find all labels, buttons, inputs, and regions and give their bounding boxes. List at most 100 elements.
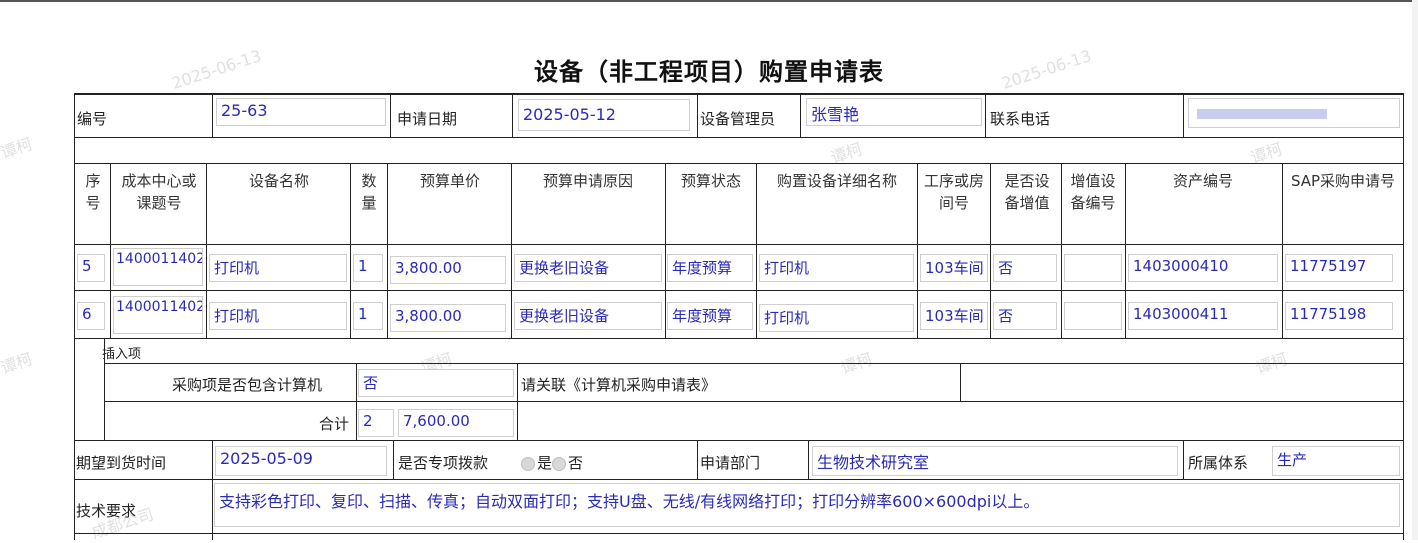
cell-appreciation-no[interactable] xyxy=(1064,302,1122,330)
table-rule xyxy=(212,95,213,137)
table-rule xyxy=(800,95,801,137)
table-rule xyxy=(1282,163,1283,338)
table-rule xyxy=(104,401,1404,402)
col-header-reason: 预算申请原因 xyxy=(542,172,633,190)
cell-cost-center[interactable]: 1400011402 xyxy=(113,296,203,334)
table-rule xyxy=(665,163,666,338)
page-title: 设备（非工程项目）购置申请表 xyxy=(534,58,884,86)
cell-status[interactable]: 年度预算 xyxy=(667,302,753,330)
serial-input[interactable]: 25-63 xyxy=(216,98,386,126)
table-rule xyxy=(74,137,1404,138)
table-rule xyxy=(74,163,1404,164)
col-header-appreciation: 是否设备增值 xyxy=(1004,172,1050,212)
table-rule xyxy=(511,163,512,338)
col-header-cost-center: 成本中心或课题号 xyxy=(121,172,197,212)
watermark: 谭柯 xyxy=(0,349,35,378)
col-header-name: 设备名称 xyxy=(248,172,309,190)
watermark: 谭柯 xyxy=(0,134,35,163)
cell-qty[interactable]: 1 xyxy=(353,302,383,330)
col-header-asset-no: 资产编号 xyxy=(1172,172,1233,190)
computer-input[interactable]: 否 xyxy=(358,369,514,397)
manager-label: 设备管理员 xyxy=(700,110,776,128)
delivery-date-input[interactable]: 2025-05-09 xyxy=(215,446,387,476)
cell-appreciation[interactable]: 否 xyxy=(993,302,1057,330)
manager-input[interactable]: 张雪艳 xyxy=(806,98,982,126)
apply-date-input[interactable]: 2025-05-12 xyxy=(518,99,690,131)
col-header-sap-no: SAP采购申请号 xyxy=(1290,172,1396,190)
cell-seq[interactable]: 6 xyxy=(77,302,105,330)
table-rule xyxy=(387,163,388,338)
table-rule xyxy=(212,440,213,479)
col-header-status: 预算状态 xyxy=(680,172,741,190)
cell-price[interactable]: 3,800.00 xyxy=(390,256,506,284)
cell-appreciation-no[interactable] xyxy=(1064,254,1122,282)
system-label: 所属体系 xyxy=(1188,454,1249,472)
table-border-top xyxy=(74,93,1404,95)
table-rule xyxy=(74,338,1404,339)
total-qty[interactable]: 2 xyxy=(358,409,394,437)
system-input[interactable]: 生产 xyxy=(1272,446,1400,476)
table-rule xyxy=(756,163,757,338)
cell-room[interactable]: 103车间 xyxy=(920,254,988,282)
cell-price[interactable]: 3,800.00 xyxy=(390,304,506,332)
table-border-right xyxy=(1403,93,1404,540)
table-rule xyxy=(350,163,351,338)
computer-label: 采购项是否包含计算机 xyxy=(172,376,323,394)
computer-form-link[interactable]: 请关联《计算机采购申请表》 xyxy=(521,374,716,395)
cell-room[interactable]: 103车间 xyxy=(920,302,988,330)
table-rule xyxy=(697,95,698,137)
col-header-appreciation-no: 增值设备编号 xyxy=(1070,172,1116,212)
table-rule xyxy=(512,95,513,137)
phone-input[interactable] xyxy=(1188,98,1400,128)
cell-qty[interactable]: 1 xyxy=(353,254,383,282)
cell-detail[interactable]: 打印机 xyxy=(759,304,914,332)
tech-textarea[interactable]: 支持彩色打印、复印、扫描、传真；自动双面打印；支持U盘、无线/有线网络打印；打印… xyxy=(214,483,1400,527)
cell-sap-no[interactable]: 11775198 xyxy=(1285,302,1393,330)
radio-yes[interactable] xyxy=(521,456,535,471)
cell-reason[interactable]: 更换老旧设备 xyxy=(514,254,662,282)
cell-sap-no[interactable]: 11775197 xyxy=(1285,254,1393,282)
table-rule xyxy=(1183,95,1184,137)
watermark: 谭柯 xyxy=(838,349,875,378)
table-rule xyxy=(74,290,1404,291)
insert-item-link[interactable]: 插入项 xyxy=(102,343,141,362)
col-header-room: 工序或房间号 xyxy=(923,172,984,212)
table-rule xyxy=(917,163,918,338)
cell-appreciation[interactable]: 否 xyxy=(993,254,1057,282)
cell-name[interactable]: 打印机 xyxy=(209,302,347,330)
cell-asset-no[interactable]: 1403000411 xyxy=(1128,302,1278,330)
special-funding-label: 是否专项拨款 xyxy=(398,454,489,472)
delivery-label: 期望到货时间 xyxy=(76,454,167,472)
total-amount[interactable]: 7,600.00 xyxy=(398,409,514,437)
table-rule xyxy=(212,479,213,540)
table-rule xyxy=(104,363,1404,364)
col-header-detail: 购置设备详细名称 xyxy=(776,172,897,190)
cell-cost-center[interactable]: 1400011402 xyxy=(113,248,203,286)
watermark: 谭柯 xyxy=(1253,349,1290,378)
table-rule xyxy=(74,533,1404,534)
cell-reason[interactable]: 更换老旧设备 xyxy=(514,302,662,330)
table-rule xyxy=(808,440,809,479)
dept-input[interactable]: 生物技术研究室 xyxy=(812,446,1178,476)
cell-seq[interactable]: 5 xyxy=(77,254,105,282)
table-rule xyxy=(1125,163,1126,338)
cell-asset-no[interactable]: 1403000410 xyxy=(1128,254,1278,282)
table-rule xyxy=(356,363,357,440)
table-rule xyxy=(1183,440,1184,479)
col-header-price: 预算单价 xyxy=(419,172,480,190)
radio-no-label: 否 xyxy=(568,454,584,472)
col-header-seq: 序号 xyxy=(85,172,101,212)
table-border-left xyxy=(74,93,75,540)
window-top-border xyxy=(0,0,1418,2)
table-rule xyxy=(74,440,1404,441)
table-rule xyxy=(206,163,207,338)
table-rule xyxy=(390,95,391,137)
radio-yes-label: 是 xyxy=(537,454,553,472)
tech-label: 技术要求 xyxy=(76,502,137,520)
radio-no[interactable] xyxy=(552,456,567,471)
cell-detail[interactable]: 打印机 xyxy=(759,254,914,282)
cell-name[interactable]: 打印机 xyxy=(209,254,347,282)
cell-status[interactable]: 年度预算 xyxy=(667,254,753,282)
table-rule xyxy=(110,163,111,338)
table-rule xyxy=(697,440,698,479)
